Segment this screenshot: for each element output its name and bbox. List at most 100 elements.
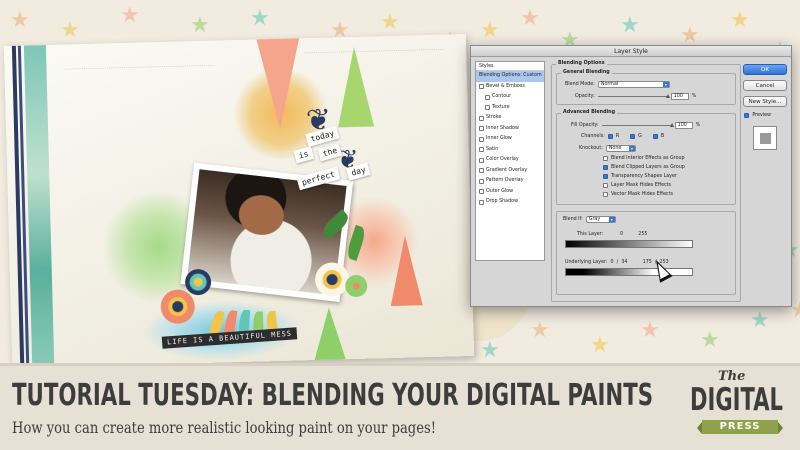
advanced-option-label: Layer Mask Hides Effects	[611, 183, 672, 188]
style-checkbox[interactable]	[479, 115, 484, 121]
style-item[interactable]: Gradient Overlay	[476, 166, 544, 177]
style-item-label: Pattern Overlay	[486, 178, 524, 183]
style-item-label: Texture	[492, 104, 510, 110]
style-item-label: Stroke	[486, 115, 502, 120]
style-checkbox[interactable]	[479, 178, 484, 184]
style-checkbox[interactable]	[479, 157, 484, 163]
style-item-label: Gradient Overlay	[486, 167, 528, 173]
knockout-select[interactable]: None ▾	[605, 145, 636, 152]
style-checkbox[interactable]	[479, 168, 484, 174]
channel-g-checkbox[interactable]	[630, 134, 636, 139]
style-item[interactable]: Blending Options: Custom	[476, 71, 544, 82]
cancel-button[interactable]: Cancel	[743, 80, 787, 91]
style-item-label: Contour	[492, 94, 512, 99]
advanced-option-checkbox[interactable]	[603, 192, 608, 197]
flower-embellishment	[184, 268, 212, 296]
star-icon: ★	[520, 6, 540, 31]
banner-subtitle: How you can create more realistic lookin…	[12, 418, 436, 437]
star-icon: ★	[640, 318, 660, 343]
star-icon: ★	[680, 23, 700, 48]
advanced-blending-group: Advanced Blending Fill Opacity: 100 % Ch…	[556, 110, 736, 205]
advanced-option-label: Vector Mask Hides Effects	[611, 192, 673, 197]
advanced-option-checkbox[interactable]	[603, 174, 608, 179]
style-item[interactable]: Contour	[476, 92, 544, 103]
preview-label: Preview	[752, 113, 771, 118]
dialog-title: Layer Style	[471, 46, 791, 57]
style-checkbox[interactable]	[485, 94, 490, 100]
style-item[interactable]: Stroke	[476, 113, 544, 124]
fill-opacity-label: Fill Opacity:	[571, 123, 599, 128]
layer-style-dialog: Layer Style Styles Blending Options: Cus…	[470, 45, 792, 307]
channel-r-label: R	[615, 134, 620, 139]
this-layer-gradient[interactable]	[565, 240, 693, 248]
channels-label: Channels:	[581, 134, 605, 139]
slider-knob[interactable]	[669, 122, 674, 127]
channel-r-checkbox[interactable]	[607, 134, 613, 139]
style-checkbox[interactable]	[479, 199, 484, 205]
advanced-option[interactable]: Blend Clipped Layers as Group	[603, 165, 685, 170]
blend-mode-value: Normal	[600, 82, 619, 87]
fill-opacity-slider[interactable]	[601, 122, 674, 127]
general-blending-group: General Blending Blend Mode: Normal ▾ Op…	[556, 70, 736, 105]
this-layer-label: This Layer:	[577, 232, 604, 237]
star-icon: ★	[730, 8, 750, 33]
style-checkbox[interactable]	[479, 189, 484, 195]
star-icon: ★	[60, 18, 80, 43]
coral-pennant-2	[388, 235, 423, 307]
new-style-button[interactable]: New Style...	[743, 96, 787, 107]
style-item[interactable]: Outer Glow	[476, 187, 544, 198]
scrapbook-page: ........................................…	[3, 34, 475, 368]
advanced-option[interactable]: Transparency Shapes Layer	[603, 174, 677, 179]
style-item[interactable]: Bevel & Emboss	[476, 82, 544, 93]
opacity-input[interactable]: 100	[670, 93, 689, 100]
advanced-option-checkbox[interactable]	[603, 165, 608, 170]
blend-mode-label: Blend Mode:	[565, 82, 595, 87]
star-icon: ★	[480, 18, 500, 43]
style-item[interactable]: Satin	[476, 145, 544, 156]
channel-b-checkbox[interactable]	[652, 134, 658, 139]
coral-pennant	[251, 34, 307, 130]
preview-toggle[interactable]: Preview	[744, 113, 771, 118]
blending-options-group: Blending Options General Blending Blend …	[551, 61, 741, 302]
underlying-layer-gradient[interactable]	[565, 268, 693, 276]
advanced-option[interactable]: Layer Mask Hides Effects	[603, 183, 671, 188]
style-item-label: Inner Glow	[486, 136, 512, 141]
advanced-option-label: Transparency Shapes Layer	[611, 174, 677, 179]
style-item[interactable]: Texture	[476, 103, 544, 114]
newsprint-texture: ........................................…	[64, 61, 217, 175]
style-item[interactable]: Inner Shadow	[476, 124, 544, 135]
teal-paint-strip	[23, 45, 55, 368]
style-checkbox[interactable]	[479, 136, 484, 142]
blend-if-select[interactable]: Gray ▾	[585, 216, 616, 223]
style-checkbox[interactable]	[479, 147, 484, 153]
style-item-label: Bevel & Emboss	[486, 83, 525, 89]
advanced-option[interactable]: Blend Interior Effects as Group	[603, 156, 685, 161]
advanced-option-checkbox[interactable]	[603, 183, 608, 188]
slider-knob[interactable]	[665, 93, 670, 98]
logo-press: PRESS	[697, 420, 783, 434]
styles-header[interactable]: Styles	[476, 62, 544, 71]
channel-g-label: G	[638, 134, 642, 139]
star-icon: ★	[750, 308, 770, 333]
flower-embellishment	[314, 262, 350, 298]
style-item-label: Color Overlay	[486, 157, 519, 162]
style-item[interactable]: Inner Glow	[476, 134, 544, 145]
style-item[interactable]: Drop Shadow	[476, 197, 544, 208]
blend-if-group: Blend If: Gray ▾ This Layer: 0 255 Under…	[556, 211, 736, 295]
style-item[interactable]: Pattern Overlay	[476, 176, 544, 187]
style-item[interactable]: Color Overlay	[476, 155, 544, 166]
fill-opacity-input[interactable]: 100	[674, 122, 693, 129]
style-checkbox[interactable]	[479, 126, 484, 132]
style-checkbox[interactable]	[485, 105, 490, 111]
opacity-slider[interactable]	[597, 93, 670, 98]
advanced-option-checkbox[interactable]	[603, 156, 608, 161]
green-pennant	[336, 46, 375, 128]
ok-button[interactable]: OK	[743, 64, 787, 75]
blending-options-legend: Blending Options	[556, 61, 607, 66]
advanced-option[interactable]: Vector Mask Hides Effects	[603, 192, 673, 197]
style-checkbox[interactable]	[479, 84, 484, 90]
blend-mode-select[interactable]: Normal ▾	[597, 81, 670, 88]
style-item-label: Blending Options: Custom	[479, 73, 542, 78]
preview-checkbox[interactable]	[744, 113, 750, 118]
star-icon: ★	[590, 333, 610, 358]
